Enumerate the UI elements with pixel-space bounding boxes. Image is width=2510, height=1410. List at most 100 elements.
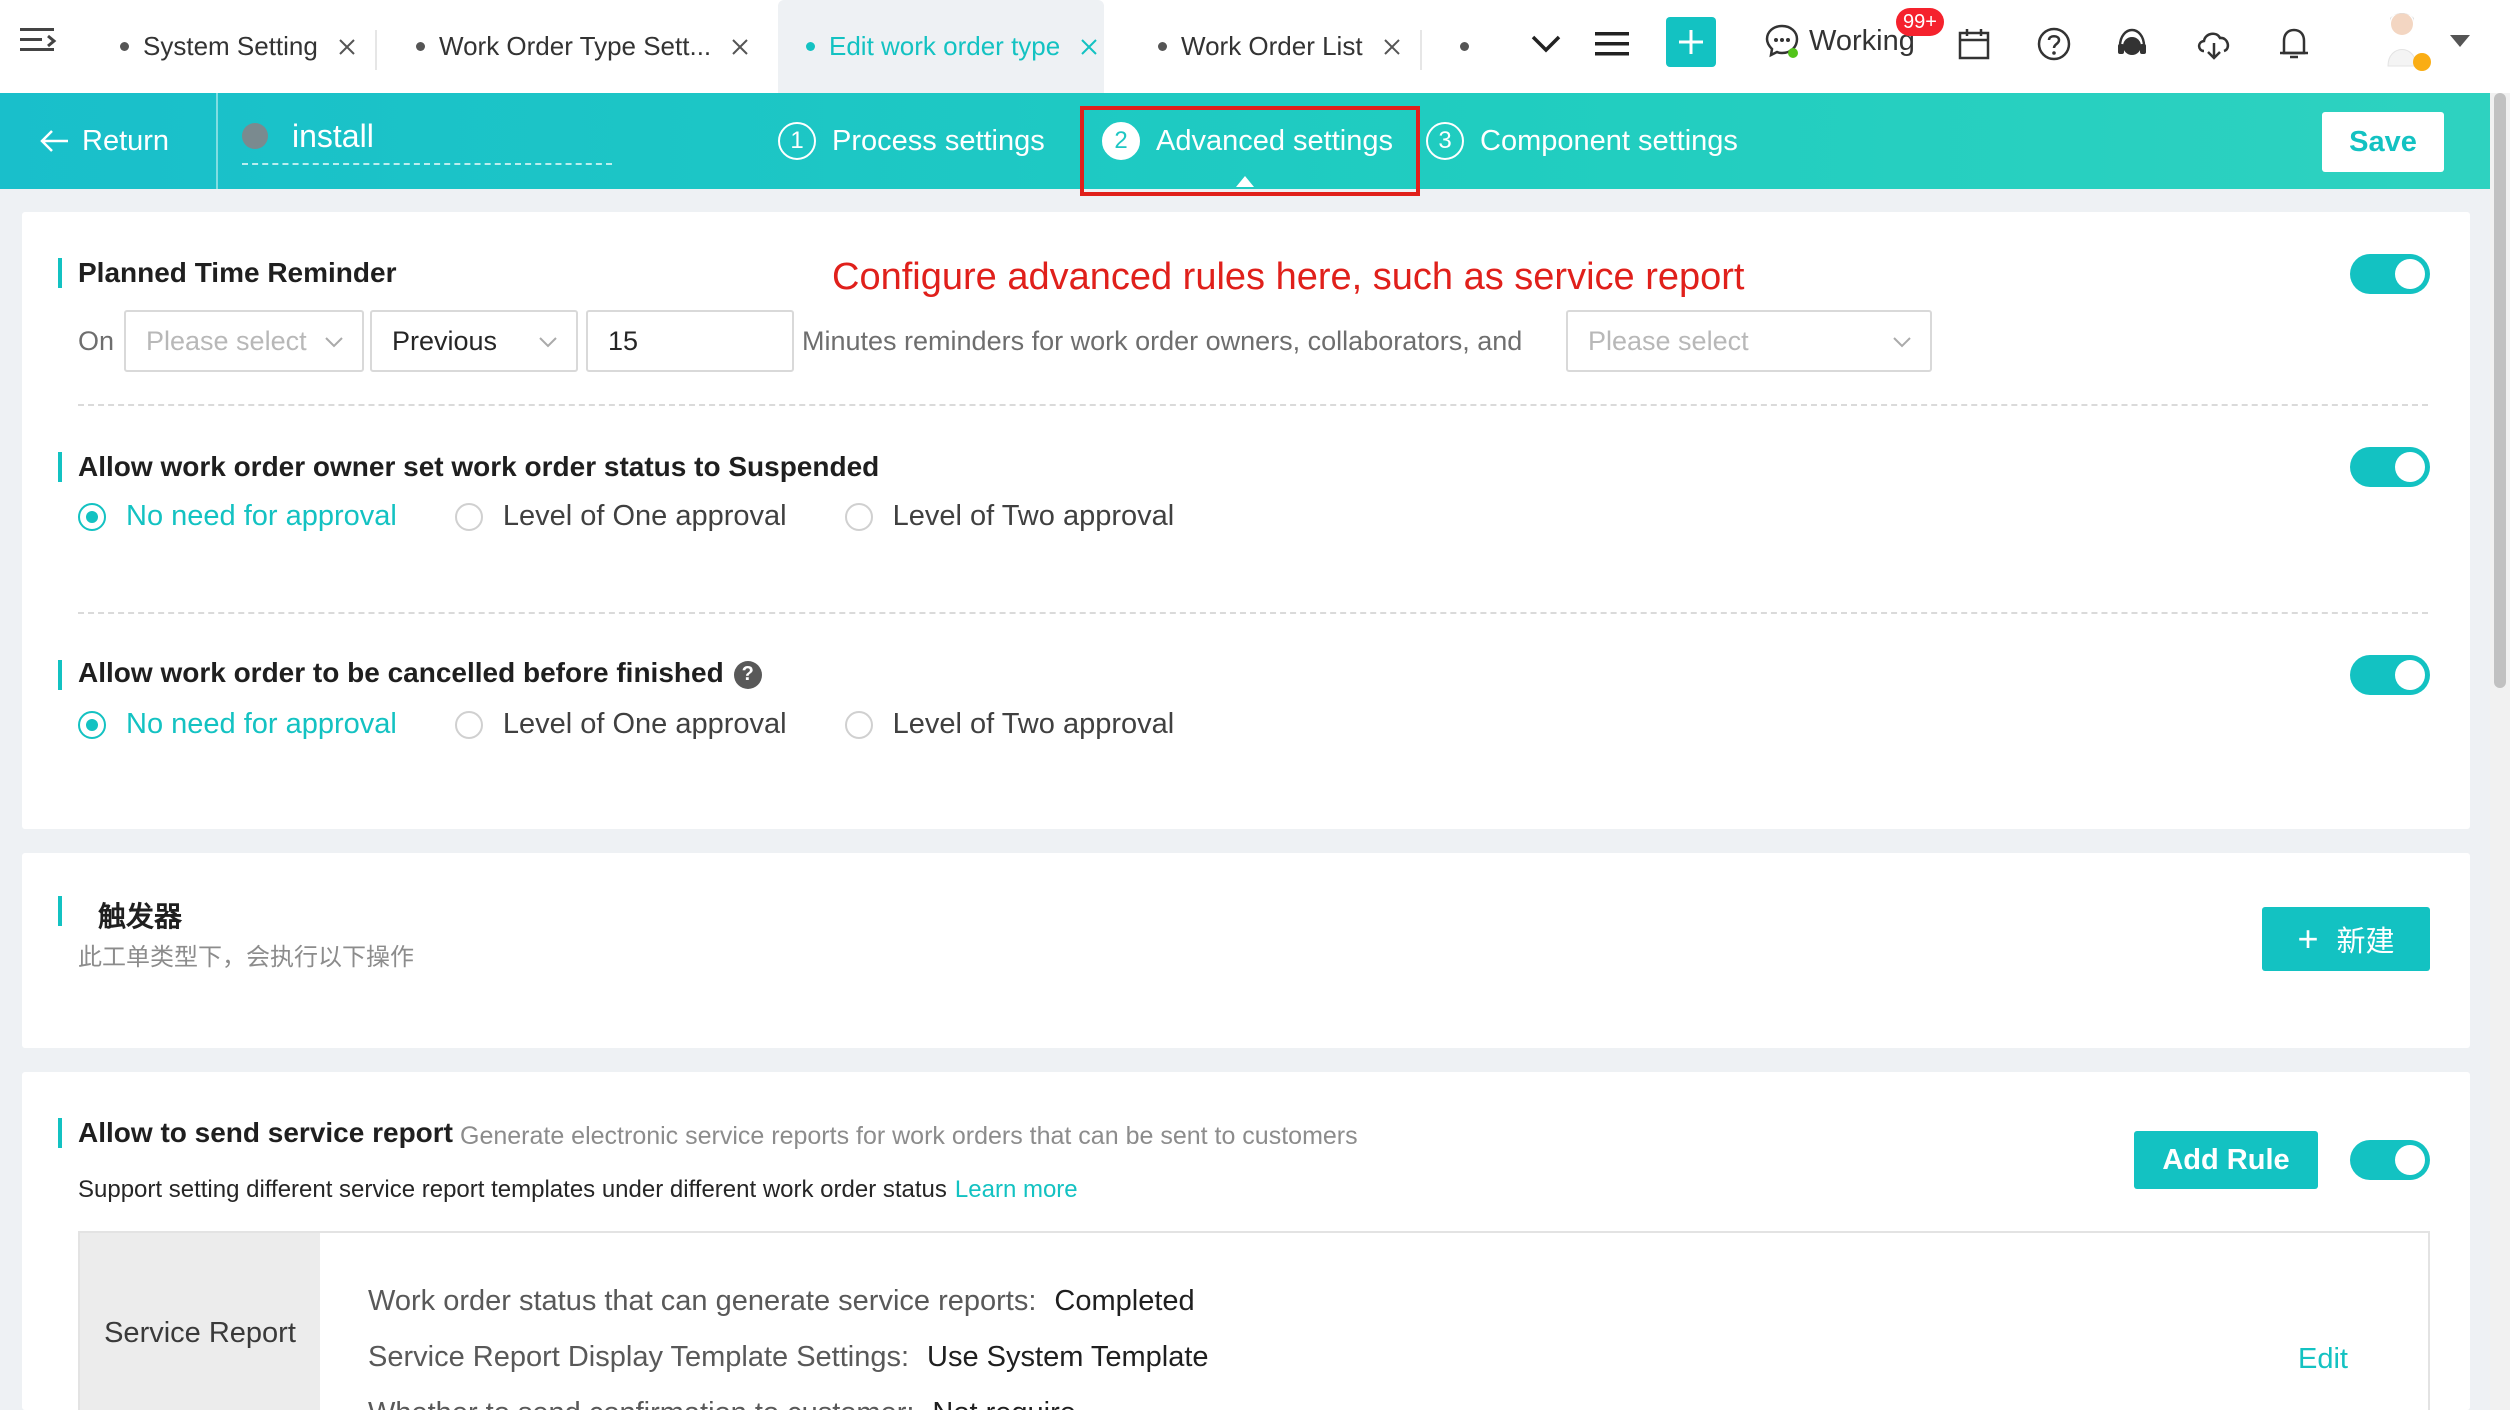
step-process-settings[interactable]: 1 Process settings xyxy=(778,93,1045,189)
plus-icon[interactable] xyxy=(1666,17,1716,67)
radio-circle xyxy=(844,710,873,739)
section-marker xyxy=(58,1118,62,1148)
annotation-text: Configure advanced rules here, such as s… xyxy=(832,256,1745,298)
cancel-approval-group: No need for approval Level of One approv… xyxy=(78,708,1232,741)
section-marker xyxy=(58,660,62,690)
trigger-subtitle: 此工单类型下，会执行以下操作 xyxy=(78,944,414,971)
service-report-support-text: Support setting different service report… xyxy=(78,1176,1078,1204)
cloud-download-icon[interactable] xyxy=(2190,20,2238,68)
learn-more-link[interactable]: Learn more xyxy=(955,1176,1078,1203)
close-icon[interactable] xyxy=(729,36,751,58)
save-button[interactable]: Save xyxy=(2322,112,2444,172)
divider xyxy=(78,404,2428,406)
step-number: 1 xyxy=(778,122,816,160)
tab-work-order-list[interactable]: Work Order List xyxy=(1158,0,1403,93)
tab-label: System Setting xyxy=(143,31,318,61)
section-marker xyxy=(58,896,62,926)
avatar-caret-icon[interactable] xyxy=(2450,35,2470,47)
reminder-recipients-select[interactable]: Please select xyxy=(1566,310,1932,372)
help-circle-icon[interactable] xyxy=(2030,20,2078,68)
report-confirm-line: Whether to send confirmation to customer… xyxy=(368,1397,1076,1410)
headset-icon[interactable] xyxy=(2108,20,2156,68)
chat-icon xyxy=(1765,24,1799,58)
radio-circle xyxy=(844,502,873,531)
add-rule-button[interactable]: Add Rule xyxy=(2134,1131,2318,1189)
suspend-rule-toggle[interactable] xyxy=(2350,447,2430,487)
hamburger-icon[interactable] xyxy=(1588,20,1636,68)
plus-icon: + xyxy=(2297,918,2319,959)
reminder-minutes-input[interactable]: 15 xyxy=(586,310,794,372)
radio-label: No need for approval xyxy=(126,500,397,532)
new-trigger-button[interactable]: + 新建 xyxy=(2262,907,2430,971)
reminder-description: Minutes reminders for work order owners,… xyxy=(802,326,1523,356)
divider xyxy=(78,612,2428,614)
section-marker xyxy=(58,452,62,482)
step-number: 3 xyxy=(1426,122,1464,160)
radio-label: Level of One approval xyxy=(502,708,787,740)
service-report-toggle[interactable] xyxy=(2350,1140,2430,1180)
page-scrollbar[interactable] xyxy=(2490,93,2510,1410)
scroll-thumb[interactable] xyxy=(2494,93,2506,688)
report-status-line: Work order status that can generate serv… xyxy=(368,1285,1195,1318)
header-divider xyxy=(216,93,218,189)
cancel-no-approval-radio[interactable]: No need for approval xyxy=(78,708,397,741)
chevron-down-icon xyxy=(325,337,343,348)
working-status[interactable]: Working xyxy=(1763,22,1915,60)
chevron-down-icon[interactable] xyxy=(1522,20,1570,68)
cancel-level-one-radio[interactable]: Level of One approval xyxy=(454,708,787,741)
radio-circle xyxy=(78,502,106,531)
tab-dot xyxy=(806,42,815,51)
active-step-indicator xyxy=(1236,176,1254,187)
bell-icon[interactable] xyxy=(2270,20,2318,68)
close-icon[interactable] xyxy=(1381,36,1403,58)
report-template-label: Service Report Display Template Settings… xyxy=(368,1341,910,1373)
arrow-left-icon xyxy=(40,130,68,152)
planned-time-reminder-title: Planned Time Reminder xyxy=(78,257,397,288)
work-order-name-field[interactable]: install xyxy=(242,109,612,165)
suspend-no-approval-radio[interactable]: No need for approval xyxy=(78,500,397,533)
radio-label: Level of One approval xyxy=(502,500,787,532)
step-component-settings[interactable]: 3 Component settings xyxy=(1426,93,1738,189)
cancel-level-two-radio[interactable]: Level of Two approval xyxy=(844,708,1175,741)
tab-dot xyxy=(416,42,425,51)
step-label: Component settings xyxy=(1480,124,1738,157)
tab-label: Work Order Type Sett... xyxy=(439,31,712,61)
help-icon[interactable]: ? xyxy=(733,660,762,689)
report-edit-link[interactable]: Edit xyxy=(2298,1343,2348,1376)
tab-dot xyxy=(1158,42,1167,51)
radio-circle xyxy=(78,710,106,739)
radio-label: No need for approval xyxy=(126,708,397,740)
reminder-direction-select[interactable]: Previous xyxy=(370,310,578,372)
radio-circle xyxy=(454,502,483,531)
tab-dot xyxy=(120,42,129,51)
suspend-level-one-radio[interactable]: Level of One approval xyxy=(454,500,787,533)
service-report-description: Generate electronic service reports for … xyxy=(460,1122,1358,1150)
report-rule-label: Service Report xyxy=(80,1233,320,1410)
radio-label: Level of Two approval xyxy=(892,708,1175,740)
tab-work-order-type-settings[interactable]: Work Order Type Sett... xyxy=(416,0,751,93)
planned-time-reminder-toggle[interactable] xyxy=(2350,254,2430,294)
select-placeholder: Please select xyxy=(1588,325,1749,356)
tab-separator xyxy=(1420,30,1422,70)
menu-toggle-icon[interactable] xyxy=(18,22,58,62)
service-report-title: Allow to send service report xyxy=(78,1117,453,1148)
reminder-time-field-select[interactable]: Please select xyxy=(124,310,364,372)
tab-system-setting[interactable]: System Setting xyxy=(120,0,358,93)
top-tab-bar: System Setting Work Order Type Sett... E… xyxy=(0,0,2510,93)
on-label: On xyxy=(78,326,115,356)
return-button[interactable]: Return xyxy=(40,93,169,189)
tab-separator xyxy=(375,30,377,70)
calendar-icon[interactable] xyxy=(1950,20,1998,68)
service-report-rule: Service Report Work order status that ca… xyxy=(78,1231,2430,1410)
avatar[interactable] xyxy=(2376,6,2434,76)
return-label: Return xyxy=(82,124,170,157)
input-value: 15 xyxy=(608,325,639,356)
close-icon[interactable] xyxy=(336,36,358,58)
close-icon[interactable] xyxy=(1078,36,1100,58)
cancel-rule-toggle[interactable] xyxy=(2350,655,2430,695)
tab-overflow[interactable] xyxy=(1460,0,1483,93)
suspend-level-two-radio[interactable]: Level of Two approval xyxy=(844,500,1174,533)
status-dot xyxy=(242,123,268,149)
select-value: Previous xyxy=(392,325,498,356)
tab-edit-work-order-type[interactable]: Edit work order type xyxy=(778,0,1104,93)
